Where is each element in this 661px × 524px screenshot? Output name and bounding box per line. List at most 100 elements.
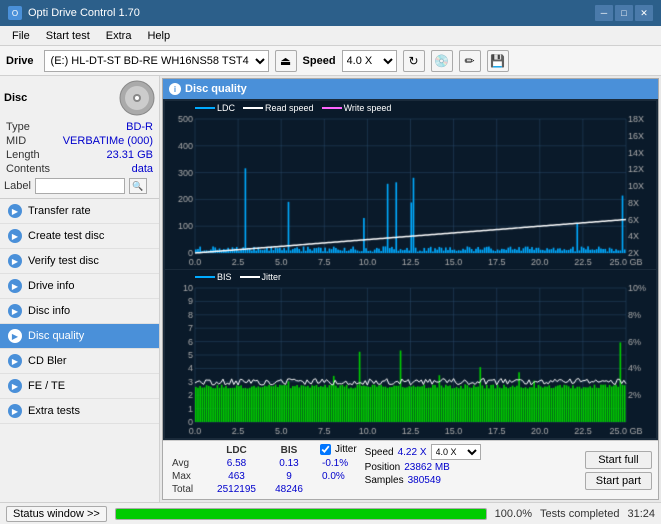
progress-container xyxy=(115,508,487,520)
status-bar: Status window >> 100.0% Tests completed … xyxy=(0,502,661,524)
disc-quality-title: Disc quality xyxy=(185,83,247,95)
stats-header-ldc: LDC xyxy=(209,444,264,457)
stats-total-ldc: 2512195 xyxy=(209,483,264,496)
nav-label-cd-bler: CD Bler xyxy=(28,355,67,367)
stats-avg-bis: 0.13 xyxy=(264,457,314,470)
stats-total-jitter-empty xyxy=(320,483,357,485)
ldc-color xyxy=(195,107,215,109)
stats-max-label: Max xyxy=(169,470,209,483)
disc-icon xyxy=(119,80,155,116)
fe-te-icon: ▶ xyxy=(8,379,22,393)
bis-color xyxy=(195,276,215,278)
close-button[interactable]: ✕ xyxy=(635,5,653,21)
menu-extra[interactable]: Extra xyxy=(98,29,140,43)
disc-mid-label: MID xyxy=(6,135,26,147)
write-speed-color xyxy=(322,107,342,109)
disc-contents-row: Contents data xyxy=(4,162,155,176)
progress-bar xyxy=(116,509,486,519)
legend-bis: BIS xyxy=(195,272,232,282)
top-chart-legend: LDC Read speed Write speed xyxy=(195,103,391,113)
stats-avg-jitter: -0.1% xyxy=(320,457,357,470)
content-area: i Disc quality LDC Read speed xyxy=(160,76,661,502)
disc-length-label: Length xyxy=(6,149,40,161)
stats-total-label: Total xyxy=(169,483,209,496)
position-row: Position 23862 MB xyxy=(365,462,481,473)
disc-quality-panel: i Disc quality LDC Read speed xyxy=(162,78,659,500)
samples-label: Samples xyxy=(365,475,404,486)
drive-select[interactable]: (E:) HL-DT-ST BD-RE WH16NS58 TST4 xyxy=(44,50,269,72)
disc-label-label: Label xyxy=(4,180,31,192)
disc-header: Disc xyxy=(4,80,155,116)
stats-max-jitter: 0.0% xyxy=(320,470,357,483)
extra-tests-icon: ▶ xyxy=(8,404,22,418)
title-bar-left: O Opti Drive Control 1.70 xyxy=(8,6,140,20)
transfer-rate-icon: ▶ xyxy=(8,204,22,218)
disc-button[interactable]: 💿 xyxy=(431,50,453,72)
status-text: Tests completed xyxy=(540,508,619,520)
disc-panel: Disc Type BD-R MID VERBATIMe (000) Lengt… xyxy=(0,76,159,199)
speed-dropdown[interactable]: 4.0 X xyxy=(431,444,481,460)
menu-start-test[interactable]: Start test xyxy=(38,29,98,43)
speed-header-label: Speed xyxy=(365,447,394,458)
start-part-button[interactable]: Start part xyxy=(585,472,652,490)
menu-file[interactable]: File xyxy=(4,29,38,43)
sidebar-item-create-test-disc[interactable]: ▶ Create test disc xyxy=(0,224,159,249)
disc-title: Disc xyxy=(4,92,27,104)
create-test-disc-icon: ▶ xyxy=(8,229,22,243)
sidebar-item-disc-quality[interactable]: ▶ Disc quality xyxy=(0,324,159,349)
write-button[interactable]: ✏ xyxy=(459,50,481,72)
disc-type-label: Type xyxy=(6,121,30,133)
stats-header-bis: BIS xyxy=(264,444,314,457)
position-value: 23862 MB xyxy=(404,462,450,473)
jitter-section: Jitter -0.1% 0.0% xyxy=(320,444,357,496)
minimize-button[interactable]: ─ xyxy=(595,5,613,21)
speed-label: Speed xyxy=(303,55,336,67)
nav-label-transfer-rate: Transfer rate xyxy=(28,205,91,217)
sidebar: Disc Type BD-R MID VERBATIMe (000) Lengt… xyxy=(0,76,160,502)
bottom-chart-canvas xyxy=(165,270,656,438)
menu-help[interactable]: Help xyxy=(139,29,178,43)
nav-label-disc-quality: Disc quality xyxy=(28,330,84,342)
speed-value: 4.22 X xyxy=(398,447,427,458)
position-label: Position xyxy=(365,462,401,473)
sidebar-item-fe-te[interactable]: ▶ FE / TE xyxy=(0,374,159,399)
legend-jitter-label: Jitter xyxy=(262,272,282,282)
legend-read-speed: Read speed xyxy=(243,103,314,113)
window-controls: ─ □ ✕ xyxy=(595,5,653,21)
stats-header-empty xyxy=(169,444,209,457)
jitter-checkbox[interactable] xyxy=(320,444,331,455)
charts-area: LDC Read speed Write speed xyxy=(163,99,658,440)
status-time: 31:24 xyxy=(627,508,655,520)
main-area: Disc Type BD-R MID VERBATIMe (000) Lengt… xyxy=(0,76,661,502)
disc-label-btn[interactable]: 🔍 xyxy=(129,178,147,194)
disc-length-row: Length 23.31 GB xyxy=(4,148,155,162)
disc-length-value: 23.31 GB xyxy=(107,149,153,161)
stats-area: LDC BIS Avg 6.58 0.13 Max 463 9 Total 25… xyxy=(163,440,658,499)
sidebar-item-transfer-rate[interactable]: ▶ Transfer rate xyxy=(0,199,159,224)
refresh-button[interactable]: ↻ xyxy=(403,50,425,72)
stats-avg-ldc: 6.58 xyxy=(209,457,264,470)
eject-button[interactable]: ⏏ xyxy=(275,50,297,72)
nav-label-drive-info: Drive info xyxy=(28,280,74,292)
sidebar-item-cd-bler[interactable]: ▶ CD Bler xyxy=(0,349,159,374)
cd-bler-icon: ▶ xyxy=(8,354,22,368)
sidebar-item-extra-tests[interactable]: ▶ Extra tests xyxy=(0,399,159,424)
bottom-chart: BIS Jitter xyxy=(165,270,656,438)
stats-max-bis: 9 xyxy=(264,470,314,483)
disc-label-input[interactable] xyxy=(35,178,125,194)
disc-mid-value: VERBATIMe (000) xyxy=(63,135,153,147)
disc-quality-icon: ▶ xyxy=(8,329,22,343)
save-button[interactable]: 💾 xyxy=(487,50,509,72)
nav-label-disc-info: Disc info xyxy=(28,305,70,317)
nav-label-extra-tests: Extra tests xyxy=(28,405,80,417)
stats-total-bis: 48246 xyxy=(264,483,314,496)
start-full-button[interactable]: Start full xyxy=(585,451,652,469)
sidebar-item-verify-test-disc[interactable]: ▶ Verify test disc xyxy=(0,249,159,274)
maximize-button[interactable]: □ xyxy=(615,5,633,21)
status-window-button[interactable]: Status window >> xyxy=(6,506,107,522)
bottom-chart-legend: BIS Jitter xyxy=(195,272,281,282)
sidebar-item-disc-info[interactable]: ▶ Disc info xyxy=(0,299,159,324)
action-buttons: Start full Start part xyxy=(585,444,652,496)
speed-select[interactable]: 4.0 X xyxy=(342,50,397,72)
sidebar-item-drive-info[interactable]: ▶ Drive info xyxy=(0,274,159,299)
